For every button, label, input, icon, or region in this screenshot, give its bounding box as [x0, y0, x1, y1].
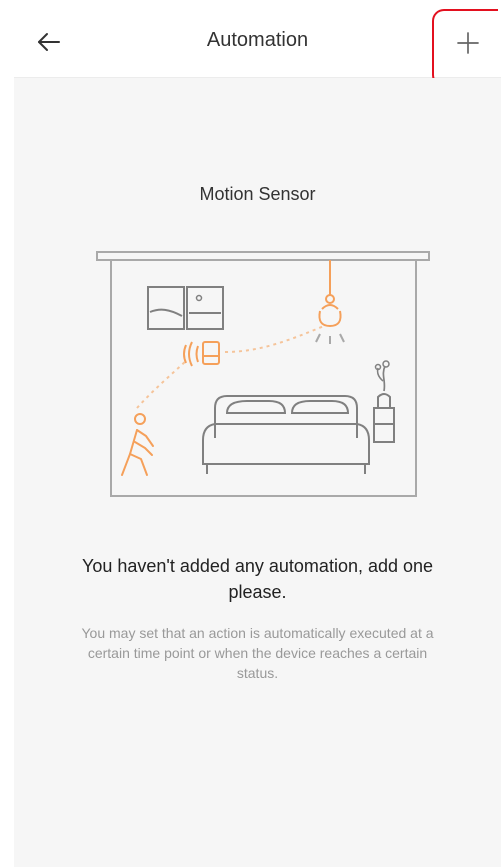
empty-state-title: You haven't added any automation, add on… [81, 556, 434, 602]
main-content: Motion Sensor You haven't added any auto… [14, 78, 501, 867]
empty-state-description: You may set that an action is automatica… [81, 625, 434, 681]
device-name: Motion Sensor [199, 184, 316, 204]
ceiling-light-icon [315, 260, 345, 344]
left-edge [0, 0, 14, 867]
picture-frame-icon [147, 286, 224, 330]
walking-person-icon [121, 359, 188, 476]
automation-screen: Automation Motion Sensor You haven't add… [0, 0, 501, 867]
motion-sensor-device-icon [183, 325, 325, 367]
plant-nightstand-icon [373, 360, 395, 443]
add-automation-button[interactable] [432, 9, 498, 87]
plus-icon [457, 32, 479, 54]
top-app-bar: Automation [14, 0, 501, 78]
bed-icon [202, 395, 370, 474]
page-title: Automation [206, 29, 309, 51]
motion-sensor-bedroom-illustration [96, 251, 430, 497]
